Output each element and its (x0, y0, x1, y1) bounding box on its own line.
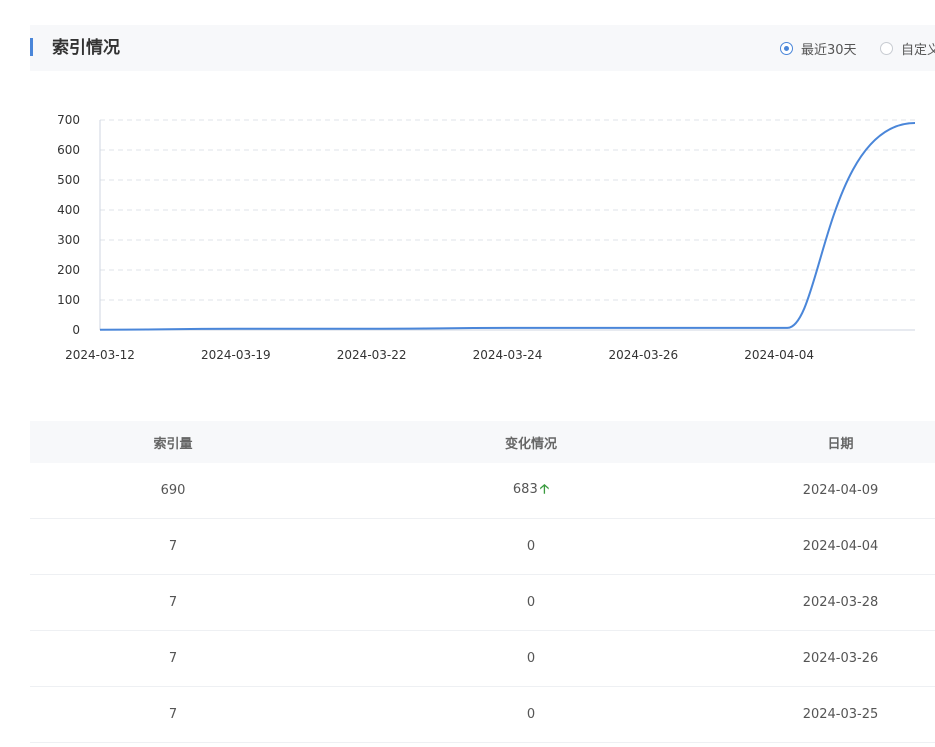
y-tick-label: 700 (57, 113, 80, 127)
y-tick-label: 400 (57, 203, 80, 217)
radio-label: 自定义 (901, 42, 935, 58)
table-header: 索引量 变化情况 日期 (30, 421, 935, 463)
column-header-date: 日期 (827, 436, 854, 452)
column-header-count: 索引量 (153, 436, 193, 452)
cell-change: 0 (316, 595, 746, 610)
x-tick-label: 2024-04-04 (744, 348, 814, 362)
y-tick-label: 0 (72, 323, 80, 337)
column-header-change: 变化情况 (504, 436, 557, 452)
index-line-chart: 0 100 200 300 400 500 600 700 2024-03-12 2024-03-… (57, 113, 916, 362)
x-tick-label: 2024-03-22 (337, 348, 407, 362)
y-tick-label: 300 (57, 233, 80, 247)
series-line (99, 122, 916, 331)
table-row: 690 683 🡡 2024-04-09 (30, 463, 935, 519)
y-tick-label: 100 (57, 293, 80, 307)
change-value: 0 (526, 707, 536, 722)
cell-count: 7 (168, 651, 178, 666)
cell-date: 2024-03-28 (802, 595, 879, 610)
radio-checked-icon (780, 41, 793, 55)
radio-label: 最近30天 (801, 42, 857, 58)
x-tick-label: 2024-03-24 (473, 348, 543, 362)
cell-change: 0 (316, 707, 746, 722)
cell-change: 0 (316, 539, 746, 554)
cell-count: 7 (168, 707, 178, 722)
cell-change: 683 🡡 (316, 480, 746, 502)
table-body: 690 683 🡡 2024-04-09 7 0 2024-04-04 7 0 2024-03-2… (30, 463, 935, 743)
cell-date: 2024-03-26 (802, 651, 879, 666)
title-accent-bar (30, 38, 33, 56)
x-tick-label: 2024-03-12 (65, 348, 135, 362)
radio-unchecked-icon (880, 41, 893, 55)
y-tick-label: 200 (57, 263, 80, 277)
table-row: 7 0 2024-03-25 (30, 687, 935, 743)
cell-count: 7 (168, 595, 178, 610)
change-value: 683 (512, 481, 538, 497)
x-tick-label: 2024-03-19 (201, 348, 271, 362)
x-tick-label: 2024-03-26 (608, 348, 678, 362)
cell-count: 7 (168, 539, 178, 554)
table-row: 7 0 2024-04-04 (30, 519, 935, 575)
table-row: 7 0 2024-03-28 (30, 575, 935, 631)
cell-date: 2024-04-04 (802, 539, 879, 554)
radio-last-30-days[interactable]: 最近30天 (780, 39, 857, 58)
change-value: 0 (526, 595, 536, 610)
cell-count: 690 (160, 483, 186, 498)
y-tick-label: 500 (57, 173, 80, 187)
y-tick-label: 600 (57, 143, 80, 157)
cell-change: 0 (316, 651, 746, 666)
cell-date: 2024-03-25 (802, 707, 879, 722)
index-table: 索引量 变化情况 日期 690 683 🡡 2024-04-09 7 0 2024-04-0… (30, 421, 935, 743)
cell-date: 2024-04-09 (802, 483, 879, 498)
change-value: 0 (526, 539, 536, 554)
arrow-up-icon: 🡡 (539, 481, 550, 497)
section-title: 索引情况 (52, 38, 120, 58)
change-value: 0 (526, 651, 536, 666)
table-row: 7 0 2024-03-26 (30, 631, 935, 687)
section-header: 索引情况 最近30天 自定义 (30, 25, 935, 71)
radio-custom-range[interactable]: 自定义 (880, 39, 935, 58)
